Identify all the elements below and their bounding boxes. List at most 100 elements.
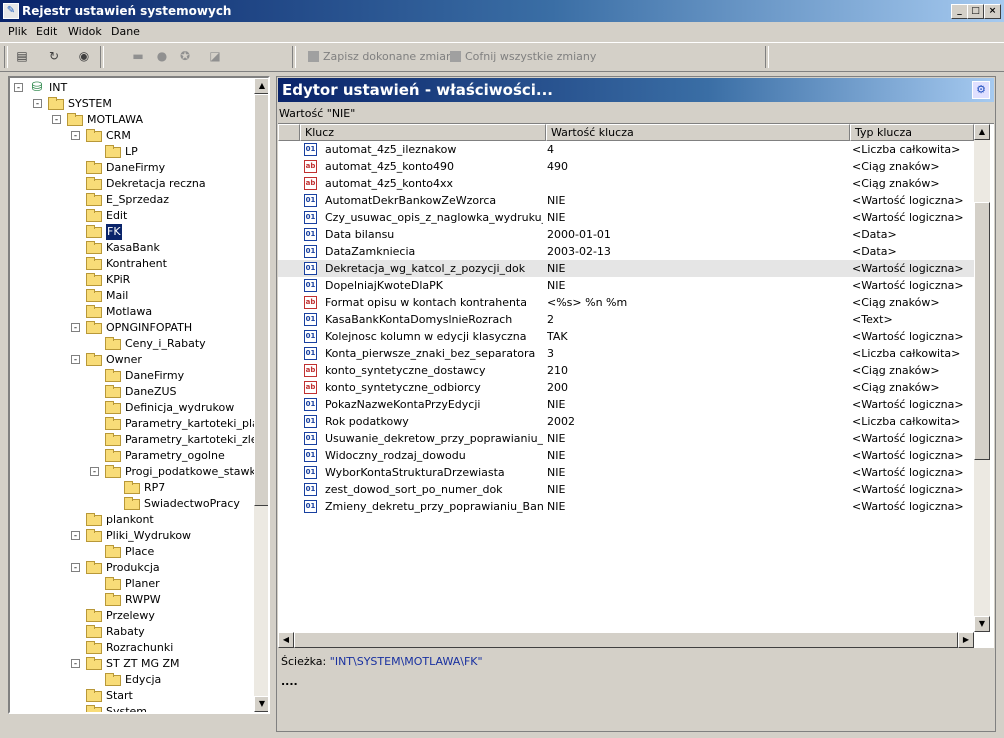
collapse-toggle-icon[interactable]: - — [71, 659, 80, 669]
registry-icon[interactable]: ▤ — [12, 47, 32, 65]
export-icon[interactable]: ◪ — [205, 47, 225, 65]
tree-node[interactable]: - Produkcja — [10, 560, 254, 576]
collapse-toggle-icon[interactable]: - — [52, 115, 61, 125]
tree-node[interactable]: DaneFirmy — [10, 160, 254, 176]
minimize-button[interactable]: _ — [951, 4, 968, 19]
setting-row[interactable]: 01 DataZamkniecia 2003-02-13 <Data> — [278, 243, 974, 260]
tree-node[interactable]: KPiR — [10, 272, 254, 288]
scroll-down-arrow-icon[interactable]: ▼ — [254, 696, 268, 712]
column-header-value[interactable]: Wartość klucza — [546, 124, 850, 141]
setting-row[interactable]: 01 Data bilansu 2000-01-01 <Data> — [278, 226, 974, 243]
list-scroll-thumb[interactable] — [974, 202, 990, 460]
menu-dane[interactable]: Dane — [111, 25, 140, 38]
tree-node[interactable]: DaneFirmy — [10, 368, 254, 384]
tree-node[interactable]: Parametry_ogolne — [10, 448, 254, 464]
tree-node[interactable]: - OPNGINFOPATH — [10, 320, 254, 336]
collapse-toggle-icon[interactable]: - — [71, 323, 80, 333]
setting-row[interactable]: 01 Zmieny_dekretu_przy_poprawianiu_Banku.… — [278, 498, 974, 515]
list-hscroll-thumb[interactable] — [294, 632, 958, 648]
list-horizontal-scrollbar[interactable]: ◀ ▶ — [278, 632, 974, 648]
tree-node[interactable]: Planer — [10, 576, 254, 592]
setting-row[interactable]: 01 Usuwanie_dekretow_przy_poprawianiu_Ba.… — [278, 430, 974, 447]
tree-node[interactable]: - MOTLAWA — [10, 112, 254, 128]
tree-node[interactable]: FK — [10, 224, 254, 240]
tree-node[interactable]: Przelewy — [10, 608, 254, 624]
refresh-icon[interactable]: ↻ — [44, 47, 64, 65]
tree-node[interactable]: Mail — [10, 288, 254, 304]
setting-row[interactable]: ab automat_4z5_konto4xx <Ciąg znaków> — [278, 175, 974, 192]
menu-edit[interactable]: Edit — [36, 25, 57, 38]
column-header-blank[interactable] — [278, 124, 300, 141]
collapse-toggle-icon[interactable]: - — [14, 83, 23, 93]
setting-row[interactable]: 01 Kolejnosc kolumn w edycji klasyczna TAK… — [278, 328, 974, 345]
tree-node[interactable]: RWPW — [10, 592, 254, 608]
gear-icon[interactable]: ✪ — [175, 47, 195, 65]
tree-scroll-thumb[interactable] — [254, 94, 268, 506]
setting-row[interactable]: 01 Konta_pierwsze_znaki_bez_separatora 3 <L… — [278, 345, 974, 362]
tree-node[interactable]: Parametry_kartoteki_plac — [10, 416, 265, 432]
column-header-key[interactable]: Klucz — [300, 124, 546, 141]
maximize-button[interactable]: □ — [967, 4, 984, 19]
tree-node[interactable]: - CRM — [10, 128, 254, 144]
collapse-toggle-icon[interactable]: - — [71, 531, 80, 541]
setting-row[interactable]: 01 Widoczny_rodzaj_dowodu NIE <Wartość logi… — [278, 447, 974, 464]
save-changes-button[interactable]: Zapisz dokonane zmiany — [308, 50, 459, 63]
tree-node[interactable]: Place — [10, 544, 254, 560]
setting-row[interactable]: 01 KasaBankKontaDomyslnieRozrach 2 <Text> — [278, 311, 974, 328]
setting-row[interactable]: 01 PokazNazweKontaPrzyEdycji NIE <Wartość l… — [278, 396, 974, 413]
tree-node[interactable]: Dekretacja reczna — [10, 176, 254, 192]
setting-row[interactable]: 01 Rok podatkowy 2002 <Liczba całkowita> — [278, 413, 974, 430]
tree-node[interactable]: E_Sprzedaz — [10, 192, 254, 208]
collapse-toggle-icon[interactable]: - — [33, 99, 42, 109]
setting-row[interactable]: 01 Dekretacja_wg_katcol_z_pozycji_dok NIE <… — [278, 260, 974, 277]
tree-node[interactable]: DaneZUS — [10, 384, 254, 400]
setting-row[interactable]: 01 automat_4z5_ileznakow 4 <Liczba całkowit… — [278, 141, 974, 158]
tree-node[interactable]: - Progi_podatkowe_stawki_z — [10, 464, 268, 480]
tree-node[interactable]: plankont — [10, 512, 254, 528]
tree-node[interactable]: - SYSTEM — [10, 96, 254, 112]
tree-node[interactable]: Motlawa — [10, 304, 254, 320]
tree-node[interactable]: SwiadectwoPracy — [10, 496, 254, 512]
tree-node[interactable]: Definicja_wydrukow — [10, 400, 254, 416]
tree-node[interactable]: KasaBank — [10, 240, 254, 256]
tree-node[interactable]: System — [10, 704, 254, 712]
setting-row[interactable]: ab konto_syntetyczne_dostawcy 210 <Ciąg zna… — [278, 362, 974, 379]
setting-row[interactable]: ab Format opisu w kontach kontrahenta <%s>… — [278, 294, 974, 311]
setting-row[interactable]: ab konto_syntetyczne_odbiorcy 200 <Ciąg zna… — [278, 379, 974, 396]
tree-node[interactable]: Rozrachunki — [10, 640, 254, 656]
tree-node[interactable]: LP — [10, 144, 254, 160]
close-button[interactable]: × — [984, 4, 1001, 19]
setting-row[interactable]: 01 zest_dowod_sort_po_numer_dok NIE <Wartoś… — [278, 481, 974, 498]
collapse-toggle-icon[interactable]: - — [71, 355, 80, 365]
scroll-up-arrow-icon[interactable]: ▲ — [254, 78, 268, 94]
list-scroll-up-arrow-icon[interactable]: ▲ — [974, 124, 990, 140]
tree-vertical-scrollbar[interactable]: ▲ ▼ — [254, 78, 268, 712]
menu-widok[interactable]: Widok — [68, 25, 102, 38]
collapse-toggle-icon[interactable]: - — [71, 131, 80, 141]
tree-node[interactable]: Start — [10, 688, 254, 704]
tree-node[interactable]: Parametry_kartoteki_zlece — [10, 432, 268, 448]
tree-node[interactable]: Kontrahent — [10, 256, 254, 272]
collapse-toggle-icon[interactable]: - — [90, 467, 99, 477]
list-scroll-right-arrow-icon[interactable]: ▶ — [958, 632, 974, 648]
list-scroll-down-arrow-icon[interactable]: ▼ — [974, 616, 990, 632]
setting-row[interactable]: 01 AutomatDekrBankowZeWzorca NIE <Wartość l… — [278, 192, 974, 209]
tree-node[interactable]: Edit — [10, 208, 254, 224]
setting-row[interactable]: 01 DopelniajKwoteDlaPK NIE <Wartość logiczn… — [278, 277, 974, 294]
tree-node[interactable]: Edycja — [10, 672, 254, 688]
revert-changes-button[interactable]: Cofnij wszystkie zmiany — [450, 50, 596, 63]
disk-icon[interactable]: ▬ — [128, 47, 148, 65]
tree-node[interactable]: Rabaty — [10, 624, 254, 640]
list-vertical-scrollbar[interactable]: ▲ ▼ — [974, 124, 990, 632]
column-header-type[interactable]: Typ klucza — [850, 124, 974, 141]
menu-plik[interactable]: Plik — [8, 25, 27, 38]
properties-icon[interactable]: ⚙ — [972, 81, 990, 99]
tree-node[interactable]: - ⛁ INT — [10, 80, 254, 96]
list-scroll-left-arrow-icon[interactable]: ◀ — [278, 632, 294, 648]
setting-row[interactable]: 01 Czy_usuwac_opis_z_naglowka_wydruku_PK N… — [278, 209, 974, 226]
tree-node[interactable]: - Pliki_Wydrukow — [10, 528, 254, 544]
collapse-toggle-icon[interactable]: - — [71, 563, 80, 573]
tree-node[interactable]: Ceny_i_Rabaty — [10, 336, 254, 352]
setting-row[interactable]: ab automat_4z5_konto490 490 <Ciąg znaków> — [278, 158, 974, 175]
tree-node[interactable]: - ST ZT MG ZM — [10, 656, 254, 672]
